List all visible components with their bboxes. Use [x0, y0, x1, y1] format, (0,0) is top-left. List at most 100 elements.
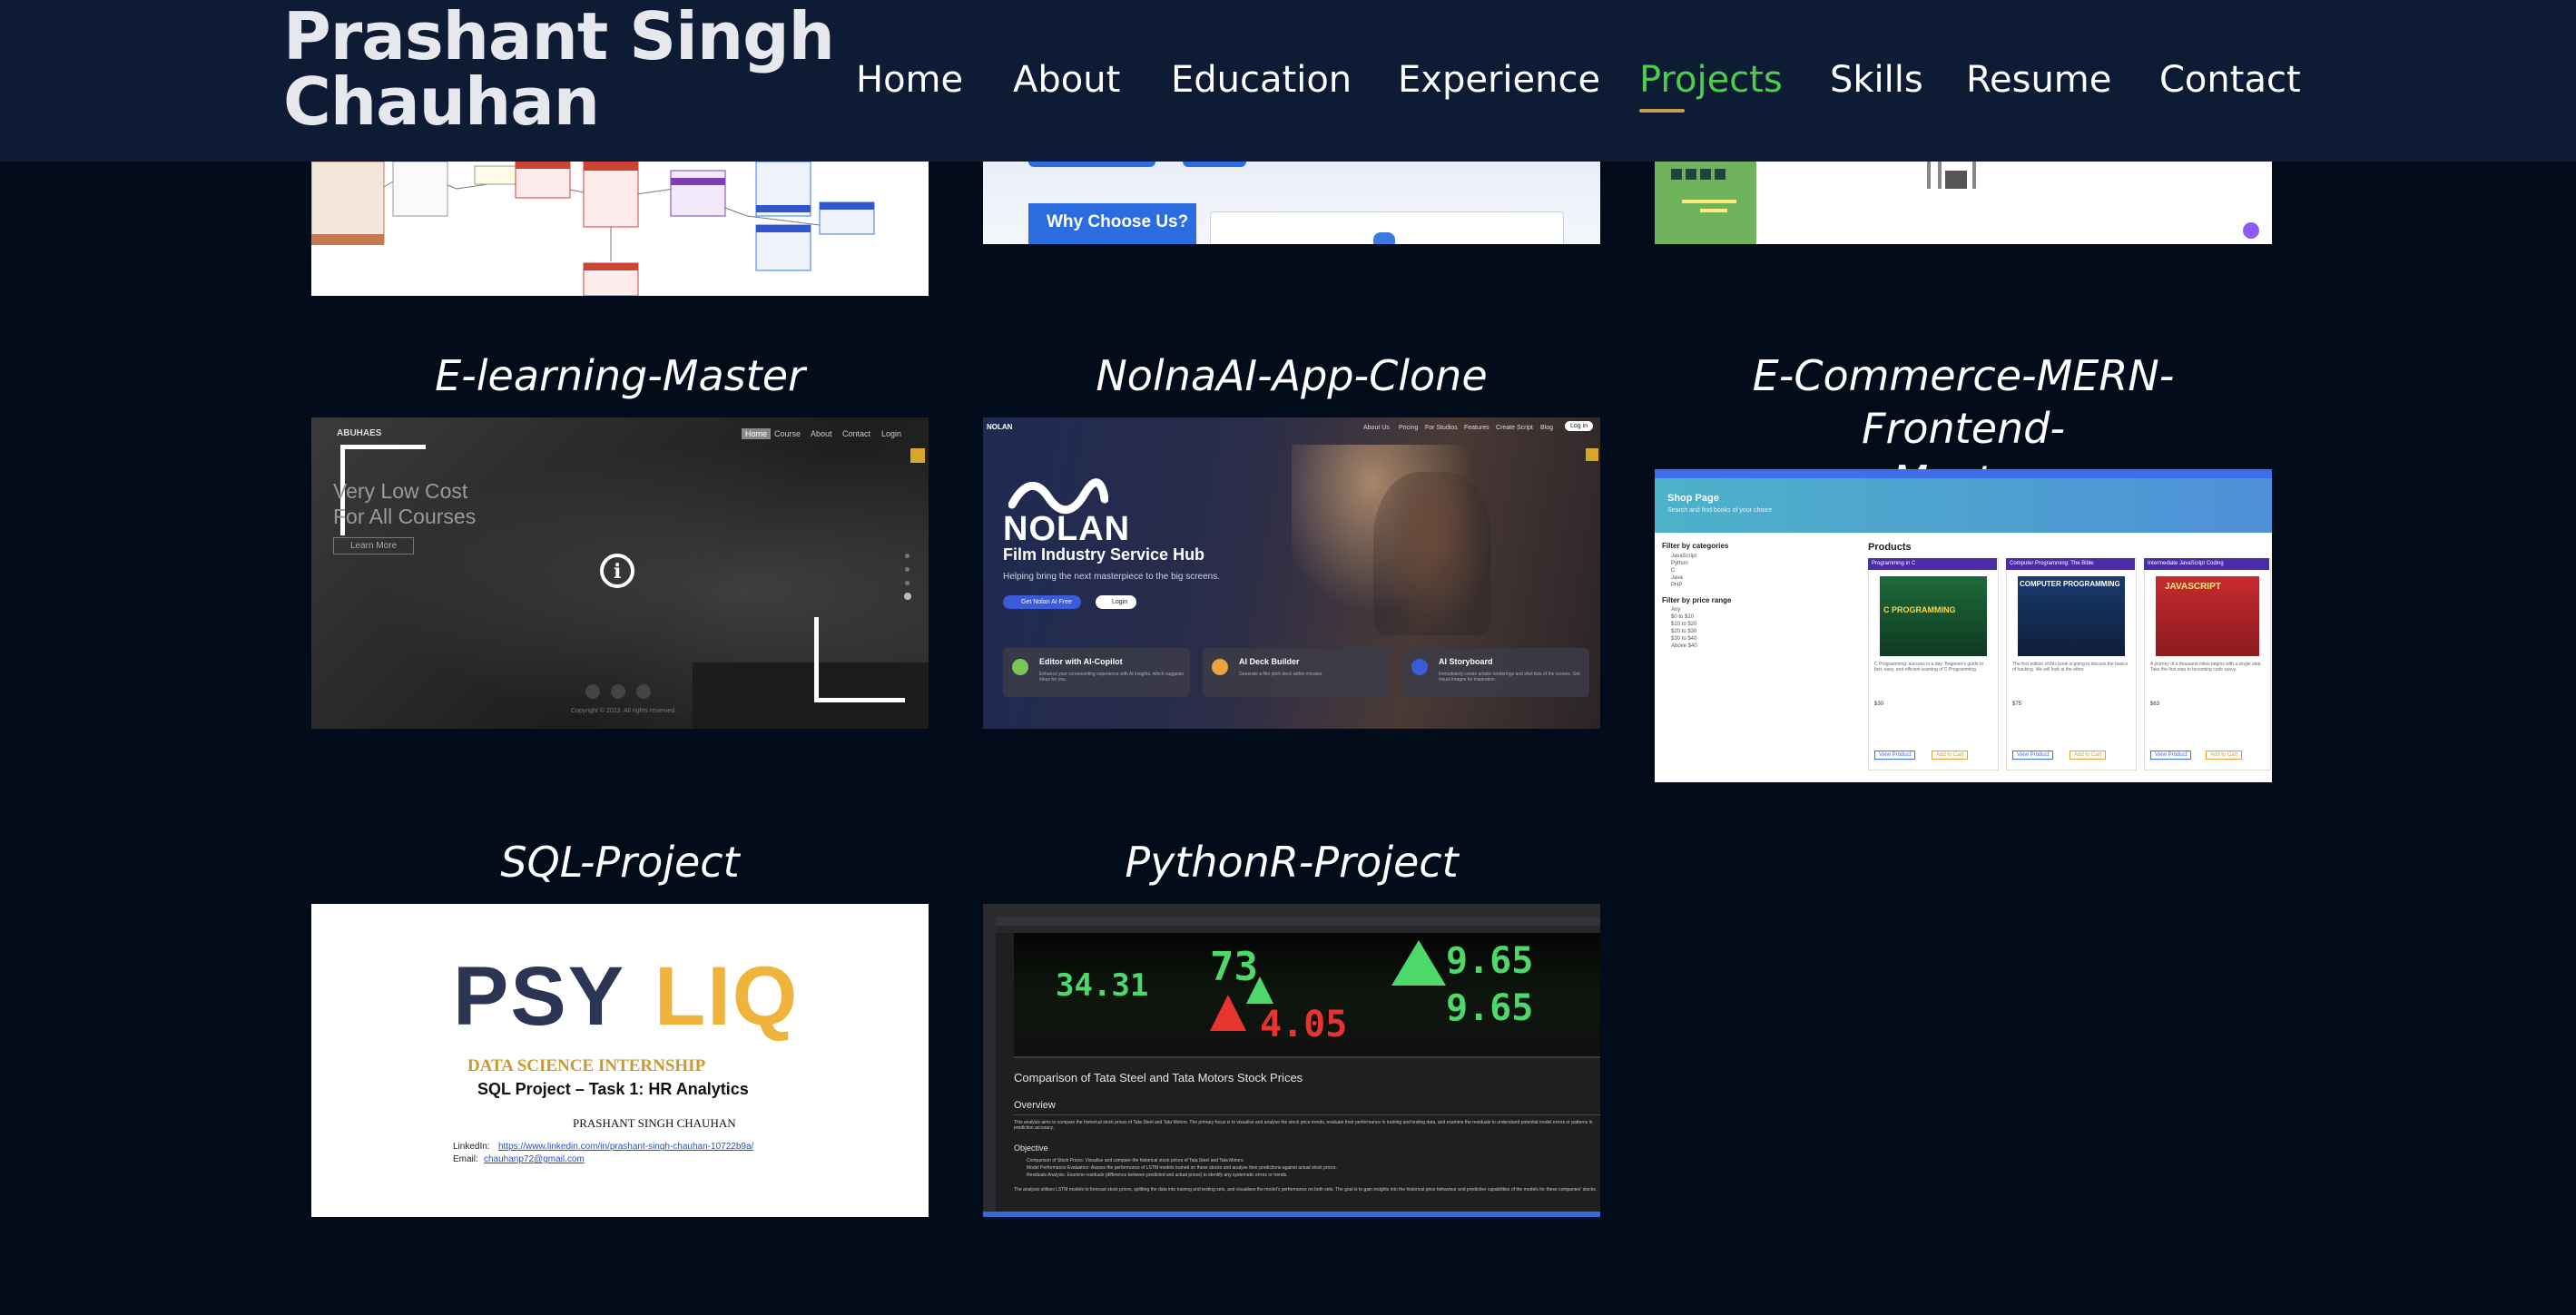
- nav-resume[interactable]: Resume: [1966, 53, 2111, 107]
- book-cover-title: JAVASCRIPT: [2165, 582, 2221, 592]
- image-fragment: [1945, 171, 1967, 189]
- cta-button-edge: [1183, 162, 1246, 167]
- nav-education[interactable]: Education: [1171, 53, 1352, 107]
- why-choose-card: Why Choose Us?: [1028, 203, 1196, 244]
- person-silhouette: [1373, 472, 1491, 635]
- project-thumbnail-nolna[interactable]: NOLAN About Us Pricing For Studios Featu…: [983, 417, 1600, 729]
- email-link[interactable]: chauhanp72@gmail.com: [484, 1154, 585, 1164]
- ide-status-bar: [983, 1212, 1600, 1217]
- slider-dot[interactable]: [905, 581, 909, 585]
- side-toggle-icon[interactable]: [910, 448, 925, 463]
- nav-experience[interactable]: Experience: [1398, 53, 1600, 107]
- elearning-footer-text: Copyright © 2023. All rights reserved.: [571, 708, 677, 714]
- psyliq-logo-part-2: LIQ: [654, 950, 800, 1043]
- author-name: PRASHANT SINGH CHAUHAN: [573, 1116, 736, 1130]
- mail-icon[interactable]: [585, 684, 600, 699]
- ecommerce-navbar: [1655, 469, 2272, 478]
- filter-price-1[interactable]: Any: [1671, 607, 1680, 613]
- add-to-cart-button[interactable]: Add to Cart: [2070, 751, 2107, 760]
- objective-bullet-3: Residuals Analysis: Examine residuals (d…: [1027, 1173, 1288, 1178]
- filter-price-2[interactable]: $0 to $10: [1671, 614, 1694, 620]
- filter-price-3[interactable]: $10 to $20: [1671, 622, 1696, 627]
- ide-tabbar: [983, 917, 1600, 926]
- ticker-number: 9.65: [1446, 987, 1534, 1029]
- filter-cat-1[interactable]: JavaScript: [1671, 554, 1696, 559]
- side-toggle-icon[interactable]: [1586, 448, 1598, 461]
- nav-skills[interactable]: Skills: [1830, 53, 1923, 107]
- view-product-button[interactable]: View Product: [1874, 751, 1916, 760]
- project-title-pythonr[interactable]: PythonR-Project: [983, 836, 1600, 888]
- elearning-nav-course[interactable]: Course: [774, 429, 801, 438]
- project-title-elearning[interactable]: E-learning-Master: [311, 349, 929, 402]
- nolna-nav-logo[interactable]: NOLAN: [987, 423, 1012, 431]
- project-thumbnail-er-diagram[interactable]: [311, 162, 929, 296]
- task-heading: SQL Project – Task 1: HR Analytics: [477, 1080, 749, 1098]
- product-price: $63: [2150, 702, 2160, 707]
- ecommerce-title-line-1: E-Commerce-MERN-Frontend-: [1752, 351, 2175, 453]
- view-product-button[interactable]: View Product: [2150, 751, 2192, 760]
- view-product-button[interactable]: View Product: [2012, 751, 2054, 760]
- cloud-icon: [1373, 232, 1395, 244]
- ide-titlebar: [983, 904, 1600, 917]
- main-nav: Home About Education Experience Projects…: [0, 53, 2576, 107]
- project-thumbnail-why-choose[interactable]: Why Choose Us?: [983, 162, 1600, 244]
- nolna-hero-subtitle: Helping bring the next masterpiece to th…: [1003, 572, 1221, 582]
- product-price: $30: [1874, 702, 1884, 707]
- project-thumbnail-elearning[interactable]: ABUHAES Home Course About Contact Login …: [311, 417, 929, 729]
- add-to-cart-button[interactable]: Add to Cart: [1932, 751, 1969, 760]
- ticker-number: 34.31: [1056, 967, 1149, 1004]
- feature-title-storyboard: AI Storyboard: [1439, 657, 1493, 666]
- objective-bullet-1: Comparison of Stock Prices: Visualise an…: [1027, 1158, 1244, 1163]
- nolna-login-button[interactable]: Log in: [1565, 421, 1594, 431]
- nolna-nav-script[interactable]: Create Script: [1496, 425, 1533, 431]
- project-thumbnail-portfolio[interactable]: [1655, 162, 2272, 244]
- project-thumbnail-pythonr[interactable]: 34.31 73 9.65 4.05 9.65 Comparison of Ta…: [983, 904, 1600, 1217]
- project-title-sql[interactable]: SQL-Project: [311, 836, 929, 888]
- elearning-nav-home[interactable]: Home: [742, 428, 772, 439]
- elearning-cta-button[interactable]: Learn More: [333, 537, 415, 554]
- slider-dot[interactable]: [905, 567, 909, 572]
- twitter-icon[interactable]: [636, 684, 651, 699]
- filter-price-4[interactable]: $20 to $30: [1671, 629, 1696, 634]
- linkedin-label: LinkedIn:: [453, 1142, 490, 1152]
- filter-cat-5[interactable]: PHP: [1671, 583, 1682, 588]
- nav-contact[interactable]: Contact: [2159, 53, 2301, 107]
- filter-price-5[interactable]: $30 to $40: [1671, 636, 1696, 642]
- project-title-nolna[interactable]: NolnaAI-App-Clone: [983, 349, 1600, 402]
- nolna-nav-pricing[interactable]: Pricing: [1399, 425, 1418, 431]
- filter-cat-3[interactable]: C: [1671, 568, 1675, 574]
- image-fragment: [1938, 162, 1942, 189]
- linkedin-link[interactable]: https://www.linkedin.com/in/prashant-sin…: [498, 1142, 753, 1152]
- add-to-cart-button[interactable]: Add to Cart: [2206, 751, 2243, 760]
- credit-text: [1700, 209, 1727, 212]
- filter-categories-heading: Filter by categories: [1662, 542, 1729, 550]
- psyliq-logo-part-1: PSY: [453, 950, 626, 1043]
- slider-dot-active[interactable]: [904, 593, 911, 600]
- objective-heading: Objective: [1014, 1143, 1048, 1153]
- filter-price-6[interactable]: Above $40: [1671, 643, 1697, 649]
- instagram-icon[interactable]: [611, 684, 625, 699]
- elearning-nav-about[interactable]: About: [811, 429, 832, 438]
- divider: [1014, 1056, 1600, 1058]
- nav-about[interactable]: About: [1013, 53, 1120, 107]
- feature-desc-editor: Enhance your screenwriting experience wi…: [1039, 672, 1184, 682]
- filter-cat-4[interactable]: Java: [1671, 575, 1683, 581]
- nolna-nav-about[interactable]: About Us: [1363, 425, 1390, 431]
- nolna-login-hero-button[interactable]: Login: [1096, 595, 1137, 609]
- nav-projects[interactable]: Projects: [1639, 53, 1783, 107]
- stock-arrows-icon: [1210, 976, 1273, 1031]
- project-thumbnail-sql[interactable]: PSY LIQ DATA SCIENCE INTERNSHIP SQL Proj…: [311, 904, 929, 1217]
- nav-home[interactable]: Home: [856, 53, 963, 107]
- nolna-nav-features[interactable]: Features: [1464, 425, 1490, 431]
- project-thumbnail-ecommerce[interactable]: Shop Page Search and find books of your …: [1655, 469, 2272, 782]
- overview-heading: Overview: [1014, 1100, 1056, 1111]
- nolna-get-free-button[interactable]: Get Nolan AI Free: [1003, 595, 1082, 609]
- scroll-top-icon[interactable]: [2243, 222, 2259, 239]
- slider-dot[interactable]: [905, 554, 909, 558]
- elearning-hero-line-2: For All Courses: [333, 505, 477, 528]
- elearning-nav-login[interactable]: Login: [881, 429, 901, 438]
- nolna-nav-studios[interactable]: For Studios: [1425, 425, 1458, 431]
- elearning-nav-contact[interactable]: Contact: [842, 429, 870, 438]
- filter-cat-2[interactable]: Python: [1671, 561, 1688, 566]
- nolna-nav-blog[interactable]: Blog: [1540, 425, 1553, 431]
